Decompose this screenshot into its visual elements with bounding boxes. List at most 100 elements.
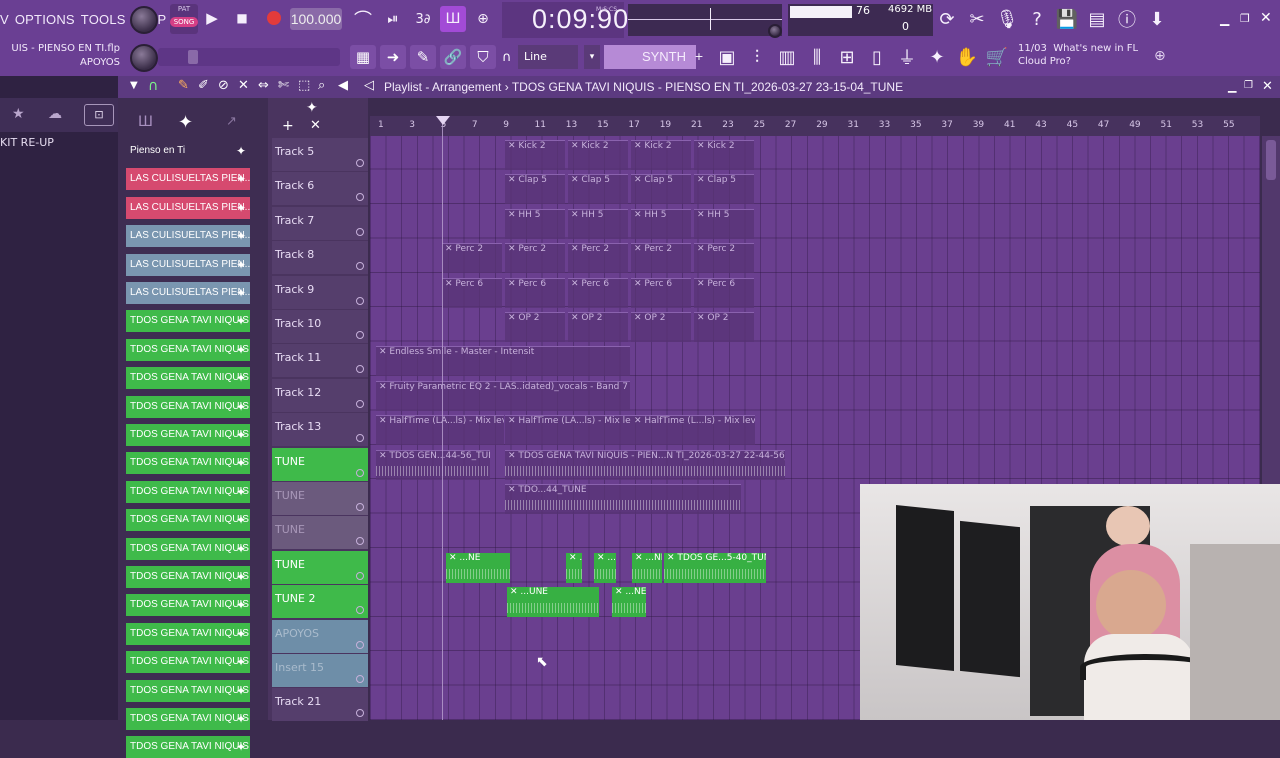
track-mute-icon[interactable]	[356, 503, 364, 511]
browser-item[interactable]: KIT RE-UP	[0, 136, 54, 149]
master-volume-knob[interactable]	[130, 6, 158, 34]
track-mute-icon[interactable]	[356, 296, 364, 305]
playlist-clip[interactable]: ✕ OP 2	[694, 312, 754, 342]
playlist-clip[interactable]: ✕ Fruity Parametric EQ 2 - LAS..idated)_…	[376, 380, 630, 411]
playlist-clip[interactable]: ✕ Clap 5	[631, 174, 691, 205]
pattern-picker-icon[interactable]: Ш	[138, 114, 153, 130]
channel-item[interactable]: TDOS GENA TAVI NIQUIS -...✦	[126, 452, 250, 475]
master-pitch-knob[interactable]	[130, 44, 158, 72]
draw-tool-icon[interactable]: ✎	[178, 78, 189, 93]
channel-item[interactable]: LAS CULISUELTAS PIEN... ✦	[126, 253, 250, 276]
playlist-clip[interactable]: ✕ OP 2	[631, 312, 691, 342]
track-header[interactable]: TUNE	[272, 550, 368, 584]
playlist-clip[interactable]: ✕ HH 5	[505, 208, 565, 239]
track-mute-icon[interactable]	[356, 537, 364, 546]
track-mute-icon[interactable]	[356, 640, 364, 649]
info-icon[interactable]: ⓘ	[1114, 6, 1140, 32]
maximize-icon[interactable]: ❐	[1240, 12, 1250, 25]
channel-item[interactable]: TDOS GENA TAVI NIQUIS -...✦	[126, 537, 250, 560]
stop-button[interactable]: ■	[230, 6, 254, 30]
channel-item[interactable]: TDOS GENA TAVI NIQUIS -...✦	[126, 679, 250, 702]
playlist-clip[interactable]: ✕ Kick 2	[568, 140, 628, 170]
menu-tools[interactable]: TOOLS	[81, 12, 126, 27]
channel-item[interactable]: TDOS GENA TAVI NIQUIS -...✦	[126, 338, 250, 361]
playlist-clip[interactable]: ✕ Perc 2	[505, 243, 565, 274]
preset-display[interactable]: SYNTH	[604, 45, 696, 69]
channel-item[interactable]: LAS CULISUELTAS PIEN... ✦	[126, 225, 250, 248]
track-mute-icon[interactable]	[356, 709, 364, 718]
channel-item[interactable]: TDOS GENA TAVI NIQUIS -...✦	[126, 708, 250, 730]
channel-item[interactable]: TDOS GENA TAVI NIQUIS -...✦	[126, 736, 250, 758]
track-mute-icon[interactable]	[356, 262, 364, 271]
news-panel[interactable]: 11/03 What's new in FL Cloud Pro?	[1018, 42, 1158, 68]
menu-view[interactable]: V	[0, 12, 9, 27]
track-mute-icon[interactable]	[356, 365, 364, 374]
playlist-menu-icon[interactable]: ▼	[130, 80, 138, 91]
playlist-clip[interactable]: ✕ ...NE	[566, 552, 582, 583]
track-header[interactable]: TUNE	[272, 516, 368, 550]
save-icon[interactable]: 💾	[1054, 6, 1080, 32]
add-track-icon[interactable]: +	[282, 118, 294, 134]
channel-item[interactable]: Pienso en Ti ✦	[126, 140, 250, 162]
playlist-clip[interactable]: ✕ Perc 6	[442, 277, 502, 308]
track-header[interactable]: Track 11	[272, 344, 368, 378]
playlist-clip[interactable]: ✕ OP 2	[568, 312, 628, 342]
piano-roll-icon[interactable]: ▥	[774, 44, 800, 70]
playlist-clip[interactable]: ✕ ...NE	[594, 552, 616, 583]
track-header[interactable]: APOYOS	[272, 619, 368, 653]
slice-tool-icon[interactable]: ✄	[278, 78, 289, 93]
paint-tool-icon[interactable]: ✐	[198, 78, 209, 93]
link-icon[interactable]: 🔗	[440, 45, 466, 69]
play-button[interactable]: ▶	[200, 6, 224, 30]
arrow-right-icon[interactable]: ➜	[380, 45, 406, 69]
track-mute-icon[interactable]	[356, 571, 364, 580]
track-mute-icon[interactable]	[356, 193, 364, 202]
timeline-ruler[interactable]: 1 3 5 7 9 11 13 15 17 19 21 23 25 27 29 31 33 35 37 39 41 43 4…	[370, 116, 1260, 136]
track-mute-icon[interactable]	[356, 468, 364, 477]
track-header[interactable]: TUNE 2	[272, 585, 368, 619]
playlist-clip[interactable]: ✕ Clap 5	[568, 174, 628, 205]
channel-item[interactable]: TDOS GENA TAVI NIQUIS -...✦	[126, 480, 250, 503]
track-header[interactable]: TUNE	[272, 482, 368, 515]
playlist-clip[interactable]: ✕ Perc 6	[568, 277, 628, 308]
wizard-icon[interactable]: ✦	[924, 44, 950, 70]
download-icon[interactable]: ⬇	[1144, 6, 1170, 32]
playlist-clip[interactable]: ✕ HalfTime (L...ls) - Mix level	[631, 415, 755, 446]
playhead-marker-icon[interactable]	[436, 116, 450, 125]
slip-tool-icon[interactable]: ⇔	[258, 78, 269, 93]
channel-item[interactable]: LAS CULISUELTAS PIEN... ✦	[126, 168, 250, 191]
browser-tree-icon[interactable]: ⊞	[834, 44, 860, 70]
playlist-clip[interactable]: ✕ Kick 2	[694, 140, 754, 170]
channel-rack-icon[interactable]: ⫶	[744, 44, 770, 70]
playlist-clip[interactable]: ✕ Perc 6	[505, 277, 565, 308]
playlist-clip[interactable]: ✕ OP 2	[505, 312, 565, 342]
audio-picker-icon[interactable]: ✦	[178, 112, 193, 133]
speaker-tool-icon[interactable]: ◀	[338, 78, 348, 93]
track-header[interactable]: Track 8	[272, 241, 368, 275]
track-mute-icon[interactable]	[356, 606, 364, 615]
magnet-snap-icon[interactable]: ∩	[148, 78, 158, 94]
playlist-clip[interactable]: ✕ Clap 5	[505, 174, 565, 205]
channel-item[interactable]: TDOS GENA TAVI NIQUIS -...✦	[126, 367, 250, 390]
playlist-clip[interactable]: ✕ TDOS GE...5-40_TUNE	[664, 552, 766, 583]
metronome-icon[interactable]: ⌒	[350, 6, 376, 32]
track-header[interactable]: TUNE	[272, 447, 368, 481]
stamp-icon[interactable]: ⛉	[470, 45, 496, 69]
folder-add-icon[interactable]: ⊡	[84, 104, 114, 126]
snap-select[interactable]: Line	[518, 45, 578, 69]
remove-track-icon[interactable]: ✕	[310, 118, 321, 133]
playlist-close-icon[interactable]: ✕	[1262, 79, 1273, 94]
channel-item[interactable]: TDOS GENA TAVI NIQUIS -...✦	[126, 566, 250, 588]
close-icon[interactable]: ✕	[1260, 10, 1272, 26]
track-tools-icon[interactable]: ✦	[306, 100, 318, 116]
cloud-icon[interactable]: ☁	[48, 106, 62, 122]
playlist-minimize-icon[interactable]: ▁	[1228, 80, 1236, 93]
channel-item[interactable]: TDOS GENA TAVI NIQUIS -...✦	[126, 622, 250, 645]
playlist-clip[interactable]: ✕ HalfTime (LA...ls) - Mix level	[376, 415, 504, 446]
channel-item[interactable]: TDOS GENA TAVI NIQUIS -...✦	[126, 594, 250, 617]
refresh-icon[interactable]: ⟳	[934, 6, 960, 32]
hand-icon[interactable]: ✋	[954, 44, 980, 70]
playlist-clip[interactable]: ✕ TDOS GENA TAVI NIQUIS - PIEN...N TI_20…	[505, 449, 785, 480]
playhead[interactable]	[442, 118, 443, 720]
track-header[interactable]: Track 13	[272, 413, 368, 447]
